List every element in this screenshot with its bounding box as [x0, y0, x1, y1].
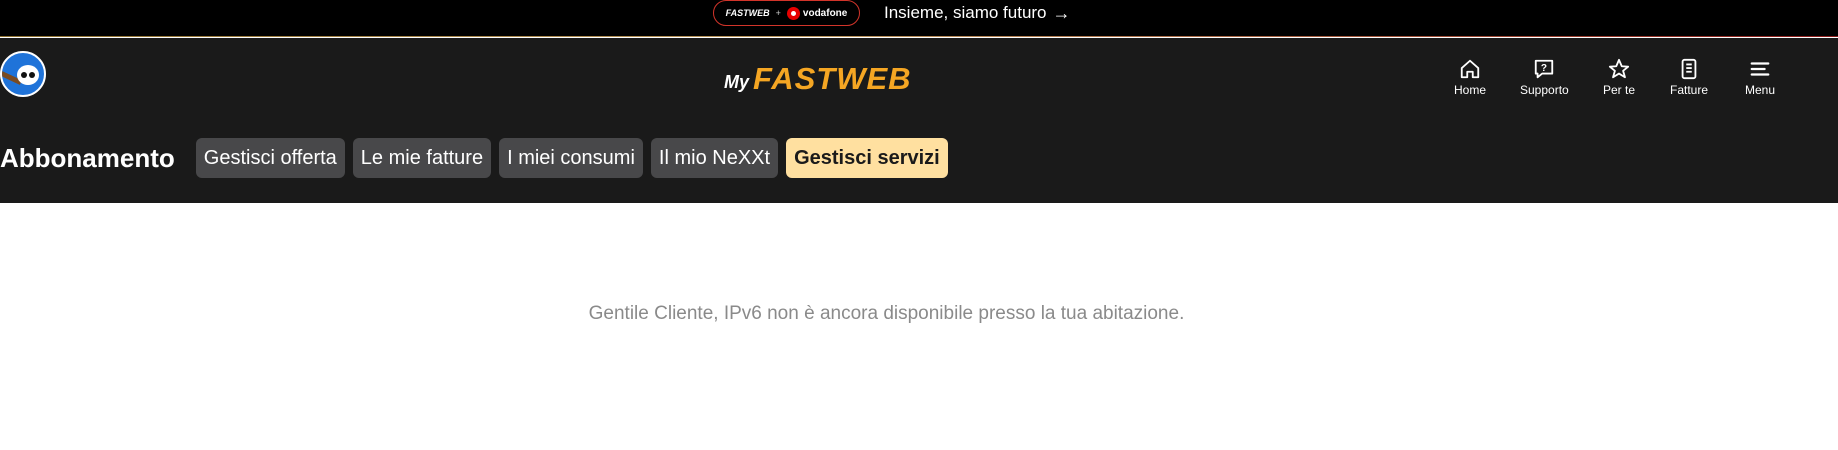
- promo-link-text: Insieme, siamo futuro: [884, 3, 1047, 22]
- panda-icon: [17, 65, 39, 85]
- promo-content: FASTWEB + vodafone Insieme, siamo futuro…: [713, 0, 1071, 26]
- promo-brand-fastweb: FASTWEB: [725, 8, 770, 18]
- promo-link[interactable]: Insieme, siamo futuro →: [884, 3, 1071, 24]
- menu-icon: [1750, 62, 1770, 76]
- home-icon: [1460, 59, 1480, 79]
- promo-bar: FASTWEB + vodafone Insieme, siamo futuro…: [0, 0, 1838, 37]
- nav-menu[interactable]: Menu: [1745, 58, 1775, 98]
- logo-my: My: [724, 72, 750, 92]
- star-icon: [1608, 58, 1630, 79]
- nav-per-te[interactable]: Per te: [1603, 58, 1635, 98]
- arrow-right-icon: →: [1052, 2, 1071, 23]
- avatar[interactable]: [0, 51, 46, 97]
- nav-supporto-label: Supporto: [1520, 83, 1569, 97]
- panda-eye-right: [29, 72, 35, 78]
- nav-home[interactable]: Home: [1454, 58, 1486, 98]
- page-title: Abbonamento: [0, 142, 175, 173]
- subscription-nav: Abbonamento Gestisci offerta Le mie fatt…: [0, 138, 956, 178]
- tab-gestisci-offerta[interactable]: Gestisci offerta: [195, 138, 345, 178]
- svg-text:?: ?: [1541, 63, 1547, 74]
- partnership-badge: FASTWEB + vodafone: [713, 0, 860, 26]
- tab-il-mio-nexxt[interactable]: Il mio NeXXt: [650, 138, 779, 178]
- nav-fatture-label: Fatture: [1670, 83, 1709, 97]
- vodafone-label: vodafone: [802, 7, 848, 19]
- vodafone-logo-icon: [786, 6, 800, 20]
- promo-plus: +: [775, 8, 781, 18]
- nav-per-te-label: Per te: [1603, 83, 1636, 97]
- tab-le-mie-fatture[interactable]: Le mie fatture: [352, 138, 492, 178]
- tab-gestisci-servizi[interactable]: Gestisci servizi: [786, 138, 948, 178]
- panda-eye-left: [21, 72, 27, 78]
- nav-menu-label: Menu: [1745, 83, 1776, 97]
- tab-i-miei-consumi[interactable]: I miei consumi: [499, 138, 643, 178]
- nav-supporto[interactable]: ? Supporto: [1520, 58, 1569, 98]
- site-header: My FASTWEB Home ? Supporto Per te Fattur…: [0, 38, 1838, 203]
- promo-brand-vodafone: vodafone: [786, 6, 848, 20]
- invoice-icon: [1681, 58, 1697, 80]
- logo-brand: FASTWEB: [753, 61, 912, 96]
- help-icon: ?: [1535, 59, 1554, 79]
- nav-home-label: Home: [1454, 83, 1487, 97]
- nav-fatture[interactable]: Fatture: [1670, 58, 1708, 98]
- myfastweb-logo[interactable]: My FASTWEB: [724, 59, 912, 95]
- ipv6-status-message: Gentile Cliente, IPv6 non è ancora dispo…: [588, 303, 1185, 324]
